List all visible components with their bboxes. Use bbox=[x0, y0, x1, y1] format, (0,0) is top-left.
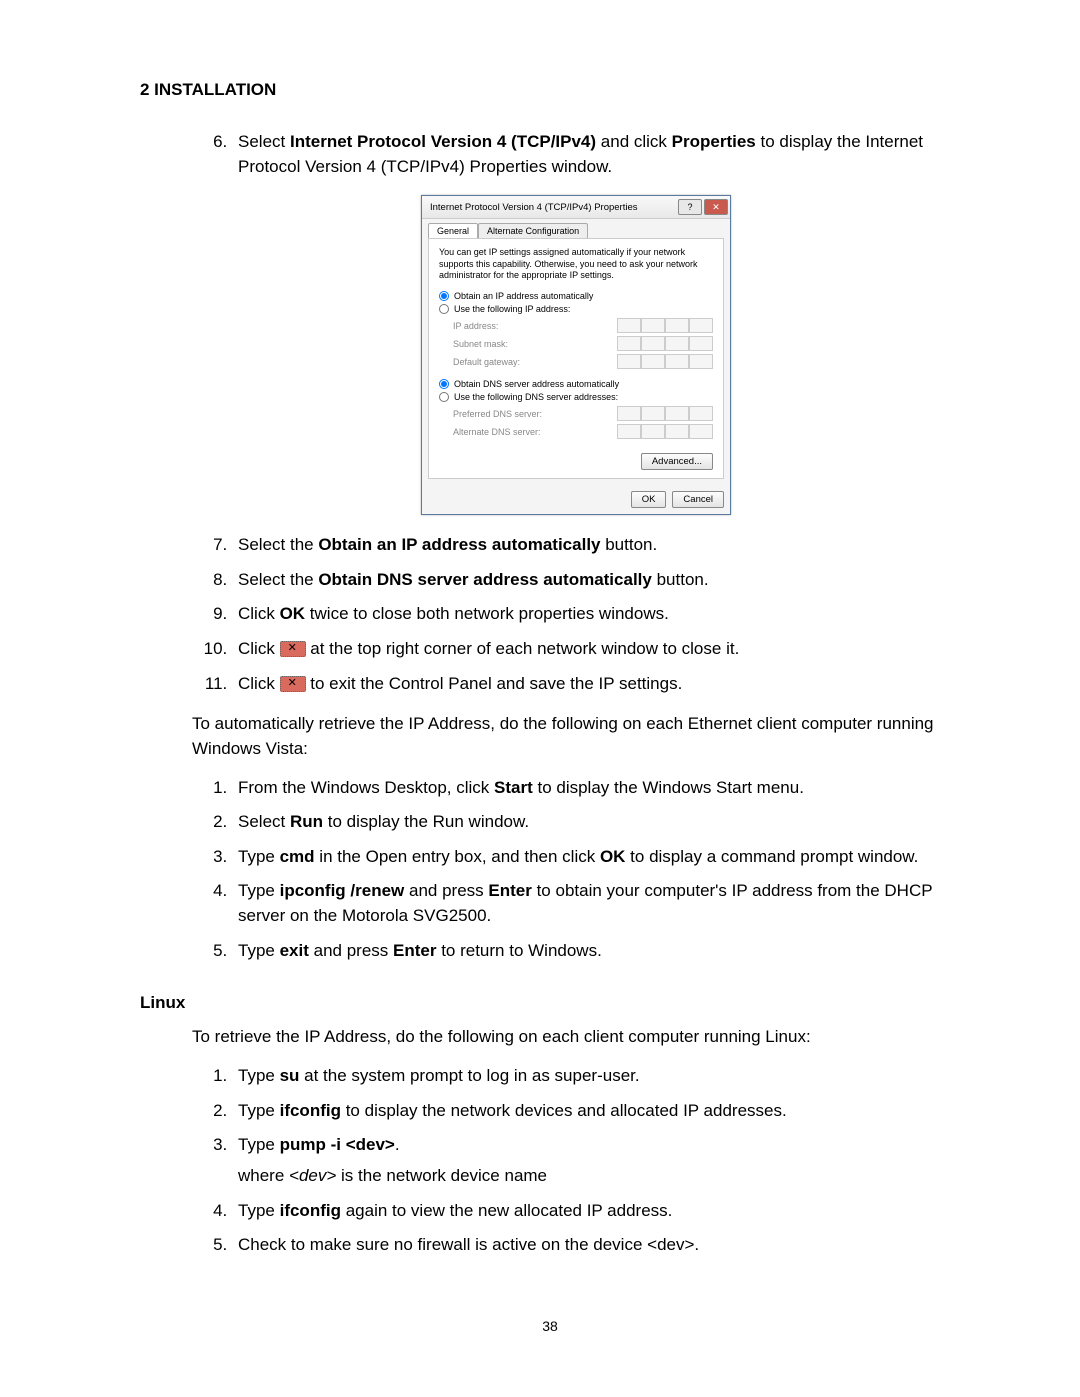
linux-step-5: Check to make sure no firewall is active… bbox=[232, 1233, 960, 1258]
linux-step-4: Type ifconfig again to view the new allo… bbox=[232, 1199, 960, 1224]
step-10: Click at the top right corner of each ne… bbox=[232, 637, 960, 662]
preferred-dns-input bbox=[617, 406, 713, 421]
section-heading: 2 INSTALLATION bbox=[140, 80, 960, 100]
vista-steps: From the Windows Desktop, click Start to… bbox=[192, 776, 960, 964]
default-gateway-input bbox=[617, 354, 713, 369]
dialog-titlebar: Internet Protocol Version 4 (TCP/IPv4) P… bbox=[422, 196, 730, 219]
radio-use-following-dns[interactable] bbox=[439, 392, 449, 402]
default-gateway-label: Default gateway: bbox=[453, 357, 520, 367]
ip-address-input bbox=[617, 318, 713, 333]
close-icon bbox=[280, 641, 306, 657]
radio-obtain-ip-auto[interactable] bbox=[439, 291, 449, 301]
vista-step-5: Type exit and press Enter to return to W… bbox=[232, 939, 960, 964]
vista-step-1: From the Windows Desktop, click Start to… bbox=[232, 776, 960, 801]
radio-obtain-dns-auto-label: Obtain DNS server address automatically bbox=[454, 379, 619, 389]
dialog-title: Internet Protocol Version 4 (TCP/IPv4) P… bbox=[430, 202, 638, 213]
preferred-dns-label: Preferred DNS server: bbox=[453, 409, 542, 419]
step-7: Select the Obtain an IP address automati… bbox=[232, 533, 960, 558]
ok-button[interactable]: OK bbox=[631, 491, 667, 508]
radio-use-following-ip-label: Use the following IP address: bbox=[454, 304, 570, 314]
linux-heading: Linux bbox=[140, 993, 960, 1013]
step-8: Select the Obtain DNS server address aut… bbox=[232, 568, 960, 593]
vista-step-3: Type cmd in the Open entry box, and then… bbox=[232, 845, 960, 870]
vista-step-2: Select Run to display the Run window. bbox=[232, 810, 960, 835]
ipv4-properties-dialog: Internet Protocol Version 4 (TCP/IPv4) P… bbox=[421, 195, 731, 515]
subnet-mask-input bbox=[617, 336, 713, 351]
cancel-button[interactable]: Cancel bbox=[672, 491, 724, 508]
alternate-dns-label: Alternate DNS server: bbox=[453, 427, 541, 437]
vista-intro: To automatically retrieve the IP Address… bbox=[192, 712, 960, 761]
linux-step-3-sub: where <dev> is the network device name bbox=[238, 1164, 960, 1189]
radio-use-following-dns-label: Use the following DNS server addresses: bbox=[454, 392, 618, 402]
alternate-dns-input bbox=[617, 424, 713, 439]
linux-step-1: Type su at the system prompt to log in a… bbox=[232, 1064, 960, 1089]
install-steps-continued: Select Internet Protocol Version 4 (TCP/… bbox=[192, 130, 960, 179]
linux-step-2: Type ifconfig to display the network dev… bbox=[232, 1099, 960, 1124]
advanced-button[interactable]: Advanced... bbox=[641, 453, 713, 470]
page-number: 38 bbox=[140, 1318, 960, 1334]
linux-steps: Type su at the system prompt to log in a… bbox=[192, 1064, 960, 1258]
radio-obtain-dns-auto[interactable] bbox=[439, 379, 449, 389]
dialog-description: You can get IP settings assigned automat… bbox=[439, 247, 713, 281]
radio-use-following-ip[interactable] bbox=[439, 304, 449, 314]
linux-step-3: Type pump -i <dev>. where <dev> is the n… bbox=[232, 1133, 960, 1188]
ip-address-label: IP address: bbox=[453, 321, 498, 331]
help-icon[interactable]: ? bbox=[678, 199, 702, 215]
subnet-mask-label: Subnet mask: bbox=[453, 339, 508, 349]
tab-alternate-configuration[interactable]: Alternate Configuration bbox=[478, 223, 588, 238]
close-icon bbox=[280, 676, 306, 692]
vista-step-4: Type ipconfig /renew and press Enter to … bbox=[232, 879, 960, 928]
step-11: Click to exit the Control Panel and save… bbox=[232, 672, 960, 697]
linux-intro: To retrieve the IP Address, do the follo… bbox=[192, 1025, 960, 1050]
tab-general[interactable]: General bbox=[428, 223, 478, 238]
close-icon[interactable]: ✕ bbox=[704, 199, 728, 215]
step-6: Select Internet Protocol Version 4 (TCP/… bbox=[232, 130, 960, 179]
install-steps-7-11: Select the Obtain an IP address automati… bbox=[192, 533, 960, 696]
radio-obtain-ip-auto-label: Obtain an IP address automatically bbox=[454, 291, 593, 301]
step-9: Click OK twice to close both network pro… bbox=[232, 602, 960, 627]
